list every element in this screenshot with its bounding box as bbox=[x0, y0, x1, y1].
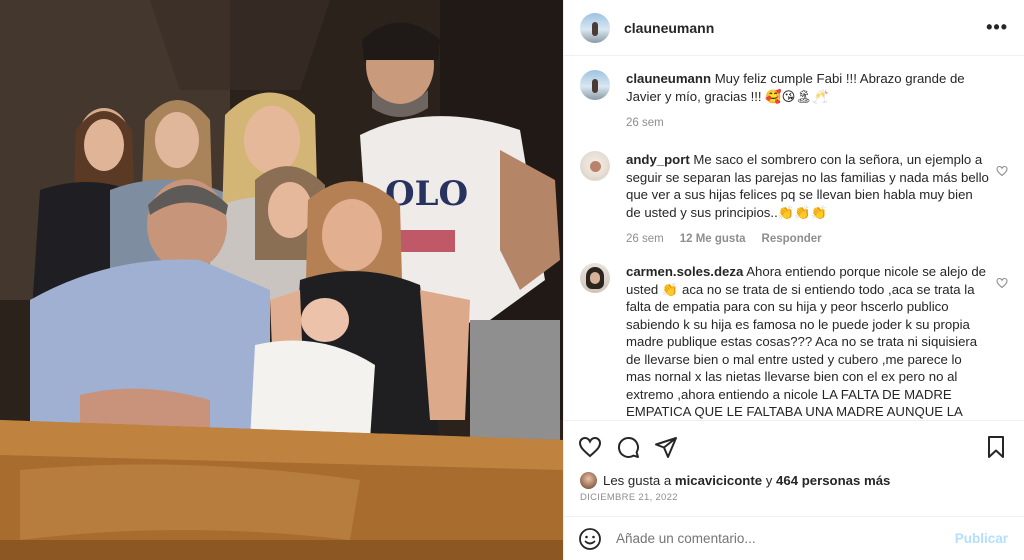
author-username[interactable]: clauneumann bbox=[624, 20, 714, 36]
likes-others[interactable]: 464 personas más bbox=[776, 473, 890, 488]
liker-avatar[interactable] bbox=[580, 472, 597, 489]
heart-icon[interactable] bbox=[578, 435, 602, 459]
share-icon[interactable] bbox=[654, 435, 678, 459]
family-photo-illustration: OLO bbox=[0, 0, 563, 560]
author-avatar[interactable] bbox=[580, 12, 610, 43]
post-date[interactable]: DICIEMBRE 21, 2022 bbox=[580, 492, 678, 503]
reply-button[interactable]: Responder bbox=[762, 233, 822, 245]
likes-prefix: Les gusta a bbox=[603, 473, 672, 488]
comment-icon[interactable] bbox=[616, 435, 640, 459]
comment-time[interactable]: 26 sem bbox=[626, 233, 664, 245]
commenter-avatar[interactable] bbox=[580, 263, 610, 293]
comment-username[interactable]: clauneumann bbox=[626, 71, 711, 86]
caption-avatar[interactable] bbox=[580, 70, 610, 100]
comment-heart-icon[interactable] bbox=[996, 165, 1008, 177]
likes-joiner: y bbox=[765, 473, 773, 488]
more-horizontal-icon[interactable]: ••• bbox=[986, 17, 1008, 38]
comments-list[interactable]: clauneumann Muy feliz cumple Fabi !!! Ab… bbox=[564, 56, 1024, 420]
add-comment-bar: Publicar bbox=[564, 516, 1024, 560]
post-photo[interactable]: OLO bbox=[0, 0, 563, 560]
post-actions bbox=[564, 420, 1024, 472]
likes-summary: Les gusta a micaviciconte y 464 personas… bbox=[580, 472, 1008, 489]
publish-button[interactable]: Publicar bbox=[955, 531, 1008, 546]
comment-likes[interactable]: 12 Me gusta bbox=[680, 233, 746, 245]
comment-heart-icon[interactable] bbox=[996, 277, 1008, 289]
bookmark-icon[interactable] bbox=[984, 435, 1008, 459]
comment-item: carmen.soles.deza Ahora entiendo porque … bbox=[580, 263, 1008, 420]
liker-username[interactable]: micaviciconte bbox=[675, 473, 762, 488]
post-side-panel: clauneumann ••• clauneumann Muy feliz cu… bbox=[563, 0, 1024, 560]
comment-username[interactable]: carmen.soles.deza bbox=[626, 264, 743, 279]
post-header: clauneumann ••• bbox=[564, 0, 1024, 56]
comment-item: andy_port Me saco el sombrero con la señ… bbox=[580, 151, 1008, 245]
commenter-avatar[interactable] bbox=[580, 151, 610, 181]
comment-text: Ahora entiendo porque nicole se alejo de… bbox=[626, 264, 986, 419]
comment-time[interactable]: 26 sem bbox=[626, 117, 664, 129]
caption-comment: clauneumann Muy feliz cumple Fabi !!! Ab… bbox=[580, 70, 1008, 129]
comment-username[interactable]: andy_port bbox=[626, 152, 690, 167]
comment-input[interactable] bbox=[616, 531, 955, 546]
emoji-icon[interactable] bbox=[578, 527, 602, 551]
